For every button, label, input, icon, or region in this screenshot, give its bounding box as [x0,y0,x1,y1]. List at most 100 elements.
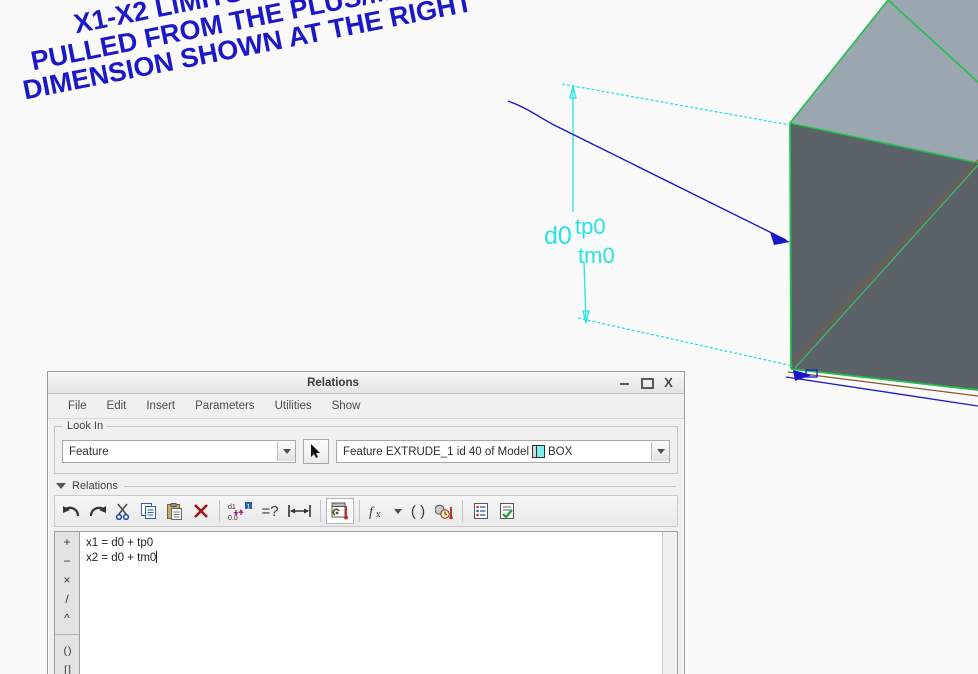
chevron-down-icon[interactable] [651,442,669,461]
redo-button[interactable] [84,499,110,523]
insert-function-button[interactable]: f x [365,499,391,523]
insert-function-dropdown-button[interactable] [391,499,405,523]
relations-list-button[interactable] [468,499,494,523]
relations-toolbar[interactable]: d1 0.0 1 =? f x () [54,495,678,527]
dimension-plus-tolerance-label[interactable]: tp0 [575,214,606,240]
svg-text:f: f [369,505,375,520]
look-in-legend: Look In [63,420,108,432]
dialog-title: Relations [307,376,359,389]
paste-icon [166,502,182,520]
select-object-button[interactable] [303,439,329,464]
chevron-down-icon[interactable] [277,442,295,461]
relation-line-2: x2 = d0 + tm0 [86,551,662,566]
bracket-square-button[interactable]: [ ] [55,660,79,674]
menu-item-utilities[interactable]: Utilities [265,397,322,415]
look-in-object-value: Feature EXTRUDE_1 id 40 of Model BOX [337,445,651,458]
dim-extension-lower [577,317,794,367]
units-clock-icon [435,504,453,520]
menu-item-insert[interactable]: Insert [136,397,185,415]
toolbar-separator [462,500,463,522]
redo-icon [89,505,106,516]
undo-button[interactable] [58,499,84,523]
toolbar-separator [219,500,220,522]
parameters-icon [331,502,348,520]
look-in-object-text: Feature EXTRUDE_1 id 40 of Model [343,445,530,458]
paste-button[interactable] [162,499,188,523]
switch-dimensions-icon: d1 0.0 1 [228,502,252,521]
list-icon [473,502,488,519]
toolbar-separator [359,500,360,522]
look-in-type-value: Feature [69,445,109,458]
copy-icon [140,502,156,519]
parentheses-button[interactable]: ( ) [405,499,431,523]
editor-scrollbar[interactable] [662,532,677,674]
dimension-bounds-button[interactable] [285,499,315,523]
svg-text:x: x [376,509,381,519]
collapse-triangle-icon[interactable] [56,483,66,489]
menu-bar[interactable]: File Edit Insert Parameters Utilities Sh… [48,394,684,419]
dimension-bounds-icon [288,505,311,517]
look-in-object-model: BOX [548,445,573,458]
operator-multiply-button[interactable]: × [55,570,79,589]
verify-equals-question-icon: =? [261,502,279,520]
annotation-leader-line [507,100,787,241]
cut-button[interactable] [110,499,136,523]
relations-dialog[interactable]: Relations X File Edit Insert Parameters … [47,371,685,674]
delete-button[interactable] [188,499,214,523]
operator-power-button[interactable]: ^ [55,608,79,627]
scissors-icon [115,503,130,520]
section-divider [123,485,676,487]
menu-item-file[interactable]: File [58,397,97,415]
menu-item-parameters[interactable]: Parameters [185,397,264,415]
svg-text:d1: d1 [228,504,236,511]
operator-palette[interactable]: + − × / ^ ( ) [ ] [55,532,80,674]
function-fx-icon: f x [369,505,381,520]
svg-text:1: 1 [247,504,251,511]
look-in-object-combo[interactable]: Feature EXTRUDE_1 id 40 of Model BOX [336,440,670,463]
dimension-nominal-label[interactable]: d0 [544,222,572,251]
dimension-minus-tolerance-label[interactable]: tm0 [578,243,615,269]
annotation-leader-arrow [770,232,790,245]
maximize-icon[interactable] [640,376,654,389]
minimize-icon[interactable] [618,376,631,389]
operator-minus-button[interactable]: − [55,551,79,570]
units-manager-button[interactable] [431,499,457,523]
box-edge-vertical-left [789,122,792,370]
model-swatch-icon [532,445,546,458]
relations-text-area[interactable]: x1 = d0 + tp0 x2 = d0 + tm0 [80,532,662,674]
operator-plus-button[interactable]: + [55,532,79,551]
verify-relations-button[interactable]: =? [255,499,285,523]
look-in-group: Look In Feature Feature EXTRUDE_1 id 40 … [54,420,678,474]
relations-section-header[interactable]: Relations [56,480,684,492]
look-in-type-combo[interactable]: Feature [62,440,296,463]
palette-divider [55,627,79,635]
dim-line-vertical-lower [583,261,587,323]
chevron-down-icon [394,508,402,514]
checklist-icon [499,502,514,519]
bracket-parentheses-button[interactable]: ( ) [55,641,79,660]
toolbar-separator [320,500,321,522]
show-parameters-button[interactable] [326,498,354,524]
dialog-titlebar[interactable]: Relations X [48,372,684,394]
menu-item-show[interactable]: Show [322,397,371,415]
relation-line-1: x1 = d0 + tp0 [86,537,154,549]
window-buttons: X [618,376,684,389]
menu-item-edit[interactable]: Edit [97,397,137,415]
relations-editor[interactable]: + − × / ^ ( ) [ ] x1 = d0 + tp0 x2 = d0 … [54,531,678,674]
undo-icon [62,505,79,516]
screenshot-root: X1-X2 LIMITS DIMENSION PULLED FROM THE P… [0,0,978,674]
verify-checklist-button[interactable] [494,499,520,523]
delete-x-icon [194,504,208,518]
svg-text:0.0: 0.0 [228,515,238,521]
operator-divide-button[interactable]: / [55,589,79,608]
parentheses-icon: ( ) [410,502,426,520]
box-front-face [790,123,978,390]
dim-extension-upper [561,83,791,126]
relations-section-label: Relations [72,480,118,492]
text-caret [156,551,158,563]
copy-button[interactable] [136,499,162,523]
switch-dimensions-button[interactable]: d1 0.0 1 [225,499,255,523]
relation-line-2-text: x2 = d0 + tm0 [86,552,157,564]
cursor-arrow-icon [311,444,320,458]
close-icon[interactable]: X [662,376,675,389]
